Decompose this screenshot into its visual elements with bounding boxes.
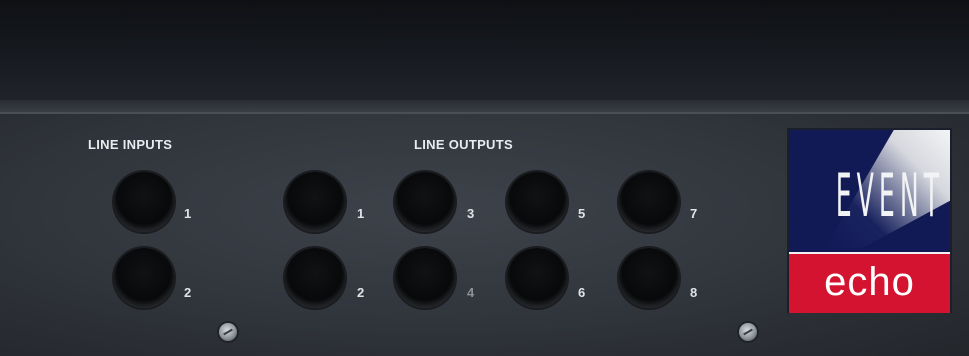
line-outputs-label: LINE OUTPUTS (414, 137, 513, 152)
output-jack-3-number: 3 (467, 206, 475, 221)
input-jack-1[interactable] (114, 172, 174, 232)
mounting-screw-right (739, 323, 757, 341)
output-jack-8-number: 8 (690, 285, 698, 300)
output-jack-4[interactable] (395, 248, 455, 308)
output-jack-1-number: 1 (357, 206, 365, 221)
output-jack-6[interactable] (507, 248, 567, 308)
line-inputs-label: LINE INPUTS (88, 137, 173, 152)
input-jack-2-number: 2 (184, 285, 192, 300)
mounting-screw-left (219, 323, 237, 341)
output-jack-5[interactable] (507, 172, 567, 232)
logo-echo-text: echo (824, 260, 915, 304)
logo-event-text: EVENT (835, 161, 945, 231)
output-jack-7-number: 7 (690, 206, 698, 221)
output-jack-5-number: 5 (578, 206, 586, 221)
input-jack-2[interactable] (114, 248, 174, 308)
output-jack-1[interactable] (285, 172, 345, 232)
device-top-cover (0, 0, 969, 112)
output-jack-8[interactable] (619, 248, 679, 308)
logo-echo-bar: echo (789, 252, 950, 313)
event-echo-logo: EVENT echo (787, 128, 952, 313)
output-jack-2[interactable] (285, 248, 345, 308)
output-jack-2-number: 2 (357, 285, 365, 300)
output-jack-4-number: 4 (467, 285, 475, 300)
input-jack-1-number: 1 (184, 206, 192, 221)
output-jack-6-number: 6 (578, 285, 586, 300)
output-jack-7[interactable] (619, 172, 679, 232)
output-jack-3[interactable] (395, 172, 455, 232)
